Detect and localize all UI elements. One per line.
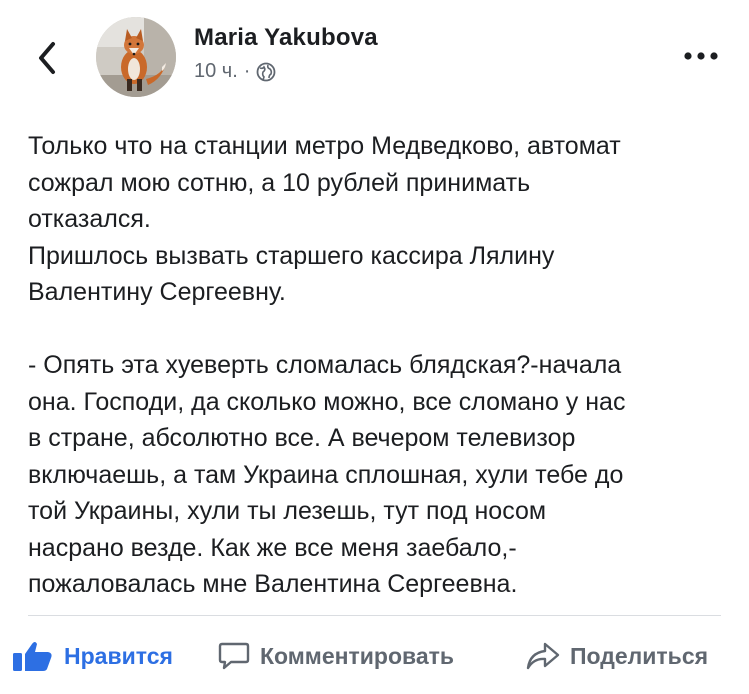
like-label: Нравится <box>64 642 173 669</box>
post-text: Только что на станции метро Медведково, … <box>28 128 728 603</box>
back-button[interactable] <box>30 38 64 78</box>
post-paragraph: Только что на станции метро Медведково, … <box>28 132 621 233</box>
share-label: Поделиться <box>570 642 709 669</box>
divider <box>28 615 721 616</box>
thumbs-up-icon <box>13 642 52 671</box>
chevron-left-icon <box>39 42 55 74</box>
globe-icon <box>257 62 276 81</box>
post-header: Maria Yakubova 10 ч. · <box>0 0 749 110</box>
post-paragraph: - Опять эта хуеверть сломалась блядская?… <box>28 351 626 598</box>
more-options-button[interactable] <box>681 44 721 68</box>
comment-icon <box>218 642 250 670</box>
meta-separator: · <box>243 60 251 82</box>
comment-button[interactable]: Комментировать <box>218 636 454 676</box>
fox-photo <box>96 17 176 97</box>
author-name[interactable]: Maria Yakubova <box>194 24 378 52</box>
comment-label: Комментировать <box>260 642 455 669</box>
post-time[interactable]: 10 ч. <box>194 60 238 83</box>
more-dots-icon <box>684 52 718 60</box>
like-button[interactable]: Нравится <box>12 636 173 676</box>
avatar[interactable] <box>96 17 176 97</box>
post-paragraph: Пришлось вызвать старшего кассира Лялину… <box>28 241 555 307</box>
post-meta: 10 ч. · <box>194 60 276 83</box>
action-bar: Нравится Комментировать Поделиться <box>0 630 749 680</box>
share-button[interactable]: Поделиться <box>526 636 708 676</box>
share-icon <box>526 642 560 670</box>
